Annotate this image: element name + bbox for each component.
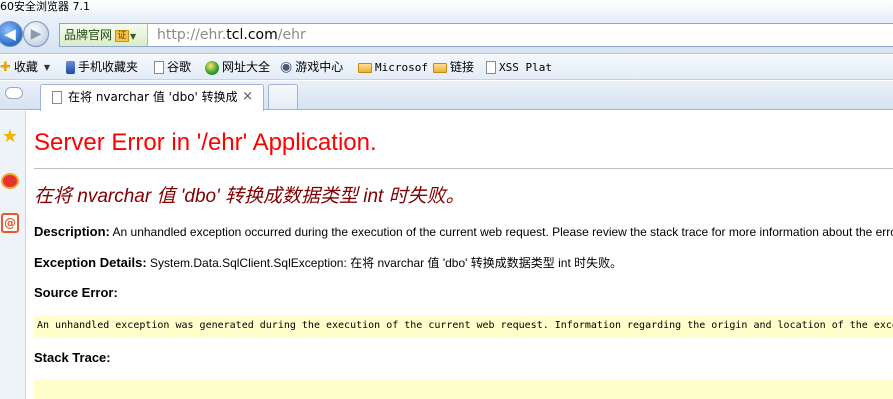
url-prefix: http://ehr. [157,27,227,43]
globe-icon [205,60,219,75]
address-bar[interactable]: 品牌官网证 ▼ http://ehr.tcl.com/ehr [59,23,893,47]
favorites-item-label: Microsof [375,61,428,74]
description-line: Description: An unhandled exception occu… [34,224,893,240]
page-icon [486,61,496,74]
site-chip-label: 品牌官网 [64,28,113,42]
favorites-item-label: XSS Plat [499,61,552,74]
page-icon [154,61,164,74]
new-tab-button[interactable] [268,84,298,109]
navigation-bar: ◀ ▶ 品牌官网证 ▼ http://ehr.tcl.com/ehr [0,16,893,54]
source-error-heading: Source Error: [34,285,118,300]
error-message: 在将 nvarchar 值 'dbo' 转换成数据类型 int 时失败。 [34,186,465,207]
favorites-folder-links[interactable]: 链接 [433,59,474,76]
chevron-down-icon: ▼ [130,32,137,41]
favorites-item-label: 收藏 [13,60,38,74]
tab-strip: 在将 nvarchar 值 'dbo' 转换成 × [0,81,893,111]
stack-trace-heading: Stack Trace: [34,350,111,365]
favorites-bar: ✚ 收藏 ▼ 手机收藏夹 谷歌 网址大全 ◉ 游戏中心 Microsof 链接 … [0,55,893,80]
exception-details-line: Exception Details: System.Data.SqlClient… [34,255,622,271]
favorites-menu-button[interactable]: ✚ 收藏 ▼ [0,59,50,76]
favorites-folder-microsoft[interactable]: Microsof [358,59,428,76]
phone-icon [66,61,75,74]
star-add-icon: ✚ [0,60,11,75]
forward-arrow-icon: ▶ [30,26,42,42]
gamepad-icon: ◉ [280,59,293,75]
close-icon[interactable]: × [242,89,253,104]
source-error-box: An unhandled exception was generated dur… [34,315,893,337]
site-identity-chip[interactable]: 品牌官网证 ▼ [60,24,148,46]
favorites-item-label: 网址大全 [222,60,271,74]
chevron-down-icon: ▼ [43,63,51,72]
back-button[interactable]: ◀ [0,21,23,47]
tab-active[interactable]: 在将 nvarchar 值 'dbo' 转换成 × [40,84,264,111]
exception-text: System.Data.SqlClient.SqlException: 在将 n… [150,256,623,270]
certificate-icon: 证 [115,29,130,42]
page-title: Server Error in '/ehr' Application. [34,129,377,156]
side-panel: ★ @ [0,111,26,399]
favorites-item-label: 谷歌 [167,60,192,74]
star-icon[interactable]: ★ [0,124,20,148]
favorites-item-directory[interactable]: 网址大全 [205,59,270,76]
page-icon [52,91,62,104]
tab-label: 在将 nvarchar 值 'dbo' 转换成 [68,90,238,104]
page-content: Server Error in '/ehr' Application. 在将 n… [27,111,893,399]
exception-label: Exception Details: [34,255,147,270]
divider [34,168,893,169]
mail-icon[interactable]: @ [0,211,20,235]
favorites-item-label: 链接 [450,60,475,74]
source-error-text: An unhandled exception was generated dur… [37,320,893,331]
window-title: 60安全浏览器 7.1 [0,0,90,13]
weibo-icon[interactable] [0,169,20,193]
folder-icon [433,62,447,73]
url-field[interactable]: http://ehr.tcl.com/ehr [157,24,306,46]
description-label: Description: [34,224,110,239]
window-title-bar: 60安全浏览器 7.1 [0,0,893,16]
url-domain: tcl.com [226,27,278,43]
description-text: An unhandled exception occurred during t… [112,225,893,239]
stack-trace-box [34,379,893,399]
back-arrow-icon: ◀ [4,25,16,43]
favorites-item-games[interactable]: ◉ 游戏中心 [280,59,343,76]
favorites-item-label: 手机收藏夹 [78,60,139,74]
favorites-item-label: 游戏中心 [295,60,344,74]
favorites-item-xss-plat[interactable]: XSS Plat [486,59,552,76]
folder-icon [358,62,372,73]
cloud-icon[interactable] [5,87,23,99]
favorites-item-google[interactable]: 谷歌 [154,59,191,76]
favorites-item-mobile[interactable]: 手机收藏夹 [66,59,138,76]
url-suffix: /ehr [277,27,306,43]
forward-button[interactable]: ▶ [23,21,49,47]
